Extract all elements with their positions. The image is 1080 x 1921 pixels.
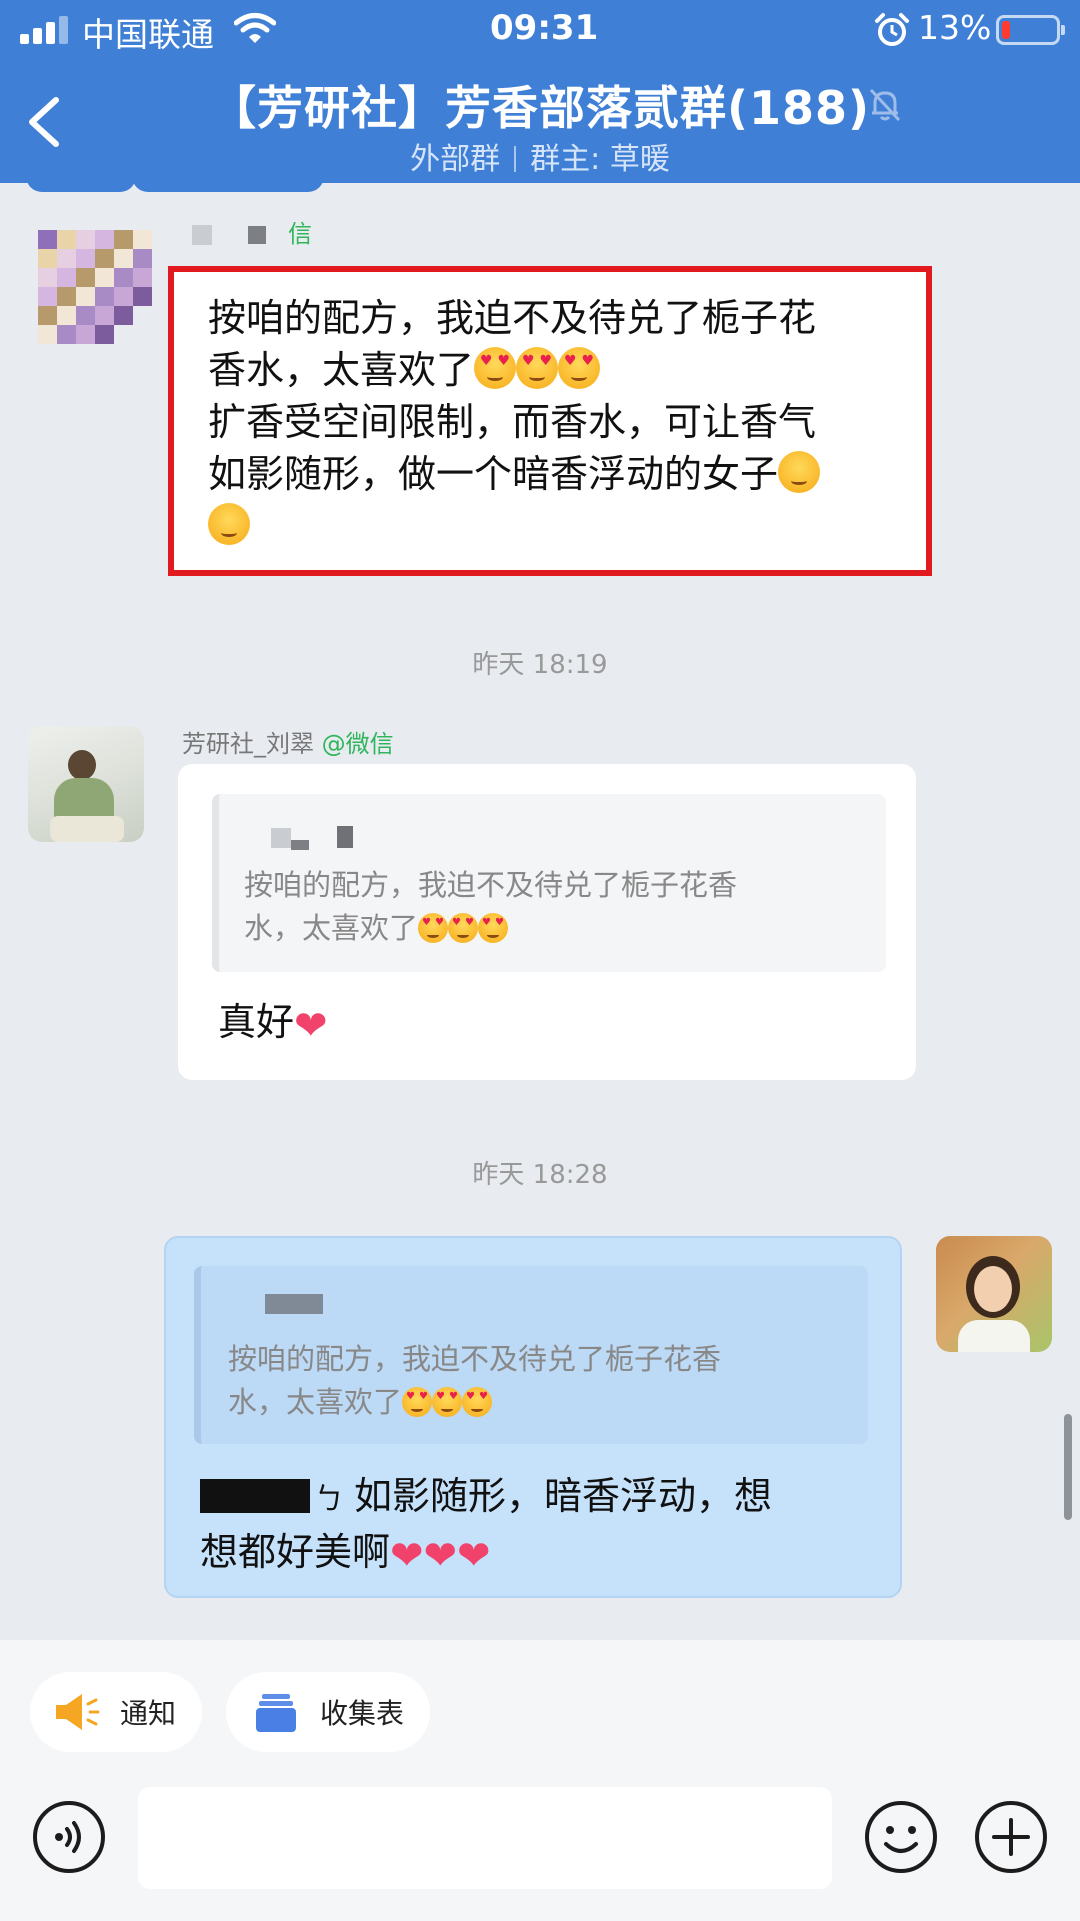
bottom-toolbar: 通知 收集表 [0, 1640, 1080, 1921]
heart-emoji: ❤ [457, 1533, 491, 1579]
form-button[interactable]: 收集表 [226, 1672, 430, 1752]
quoted-text: 按咱的配方，我迫不及待兑了栀子花香 水，太喜欢了 [244, 864, 737, 950]
message-timestamp: 昨天 18:19 [472, 650, 608, 680]
heart-emoji: ❤ [390, 1533, 424, 1579]
sender-name: 信 [192, 214, 312, 249]
external-group-tag: 外部群 [410, 142, 501, 177]
heart-eyes-emoji [558, 347, 601, 389]
signal-icon [20, 14, 72, 44]
group-title[interactable]: 【芳研社】芳香部落贰群(188) [0, 72, 1080, 138]
notice-label: 通知 [120, 1697, 177, 1730]
mute-bell-icon [869, 88, 901, 122]
emoji-icon[interactable] [864, 1800, 938, 1874]
heart-emoji: ❤ [423, 1533, 458, 1579]
heart-eyes-emoji [474, 347, 517, 389]
form-label: 收集表 [320, 1697, 405, 1730]
quoted-text: 按咱的配方，我迫不及待兑了栀子花香 水，太喜欢了 [228, 1338, 721, 1424]
wifi-icon [234, 13, 276, 43]
battery-icon [996, 15, 1065, 45]
message-bubble[interactable]: 按咱的配方，我迫不及待兑了栀子花香 水，太喜欢了 真好❤ [178, 764, 916, 1080]
header-edge [26, 172, 136, 192]
avatar-self[interactable] [936, 1236, 1052, 1352]
reply-text: ㄅ如影随形，暗香浮动，想 想都好美啊❤❤❤ [200, 1474, 773, 1579]
status-bar: 中国联通 09:31 13% [0, 0, 1080, 60]
message-bubble-highlighted[interactable]: 按咱的配方，我迫不及待兑了栀子花 香水，太喜欢了 扩香受空间限制，而香水，可让香… [168, 266, 932, 576]
thinking-emoji [778, 451, 821, 493]
reply-text: 真好❤ [218, 1000, 328, 1049]
group-owner: 群主: 草暖 [530, 142, 670, 177]
message-timestamp: 昨天 18:28 [472, 1160, 608, 1190]
sender-name: 芳研社_刘翠 @微信 [182, 730, 394, 758]
notice-button[interactable]: 通知 [30, 1672, 202, 1752]
heart-emoji: ❤ [294, 1003, 328, 1049]
carrier-label: 中国联通 [82, 15, 214, 54]
battery-percent: 13% [918, 8, 992, 47]
smile-emoji [208, 503, 250, 545]
plus-icon[interactable] [974, 1800, 1048, 1874]
message-input[interactable] [138, 1787, 832, 1889]
form-icon [256, 1694, 296, 1732]
heart-eyes-emoji [516, 347, 559, 389]
header-edge [132, 172, 324, 192]
avatar-pixelated[interactable] [38, 230, 152, 344]
scrollbar[interactable] [1064, 1414, 1072, 1520]
avatar-liu-cui[interactable] [28, 726, 144, 842]
chat-header: 中国联通 09:31 13% 【芳研社】芳香部落贰群(188) 外部群 群主: 草… [0, 0, 1080, 192]
message-bubble-self[interactable]: 按咱的配方，我迫不及待兑了栀子花香 水，太喜欢了 ㄅ如影随形，暗香浮动，想 想都… [164, 1236, 902, 1598]
megaphone-icon [56, 1694, 100, 1730]
clock: 09:31 [490, 8, 599, 48]
voice-icon[interactable] [32, 1800, 106, 1874]
alarm-icon [875, 13, 909, 46]
message-text: 按咱的配方，我迫不及待兑了栀子花 香水，太喜欢了 扩香受空间限制，而香水，可让香… [208, 292, 892, 552]
